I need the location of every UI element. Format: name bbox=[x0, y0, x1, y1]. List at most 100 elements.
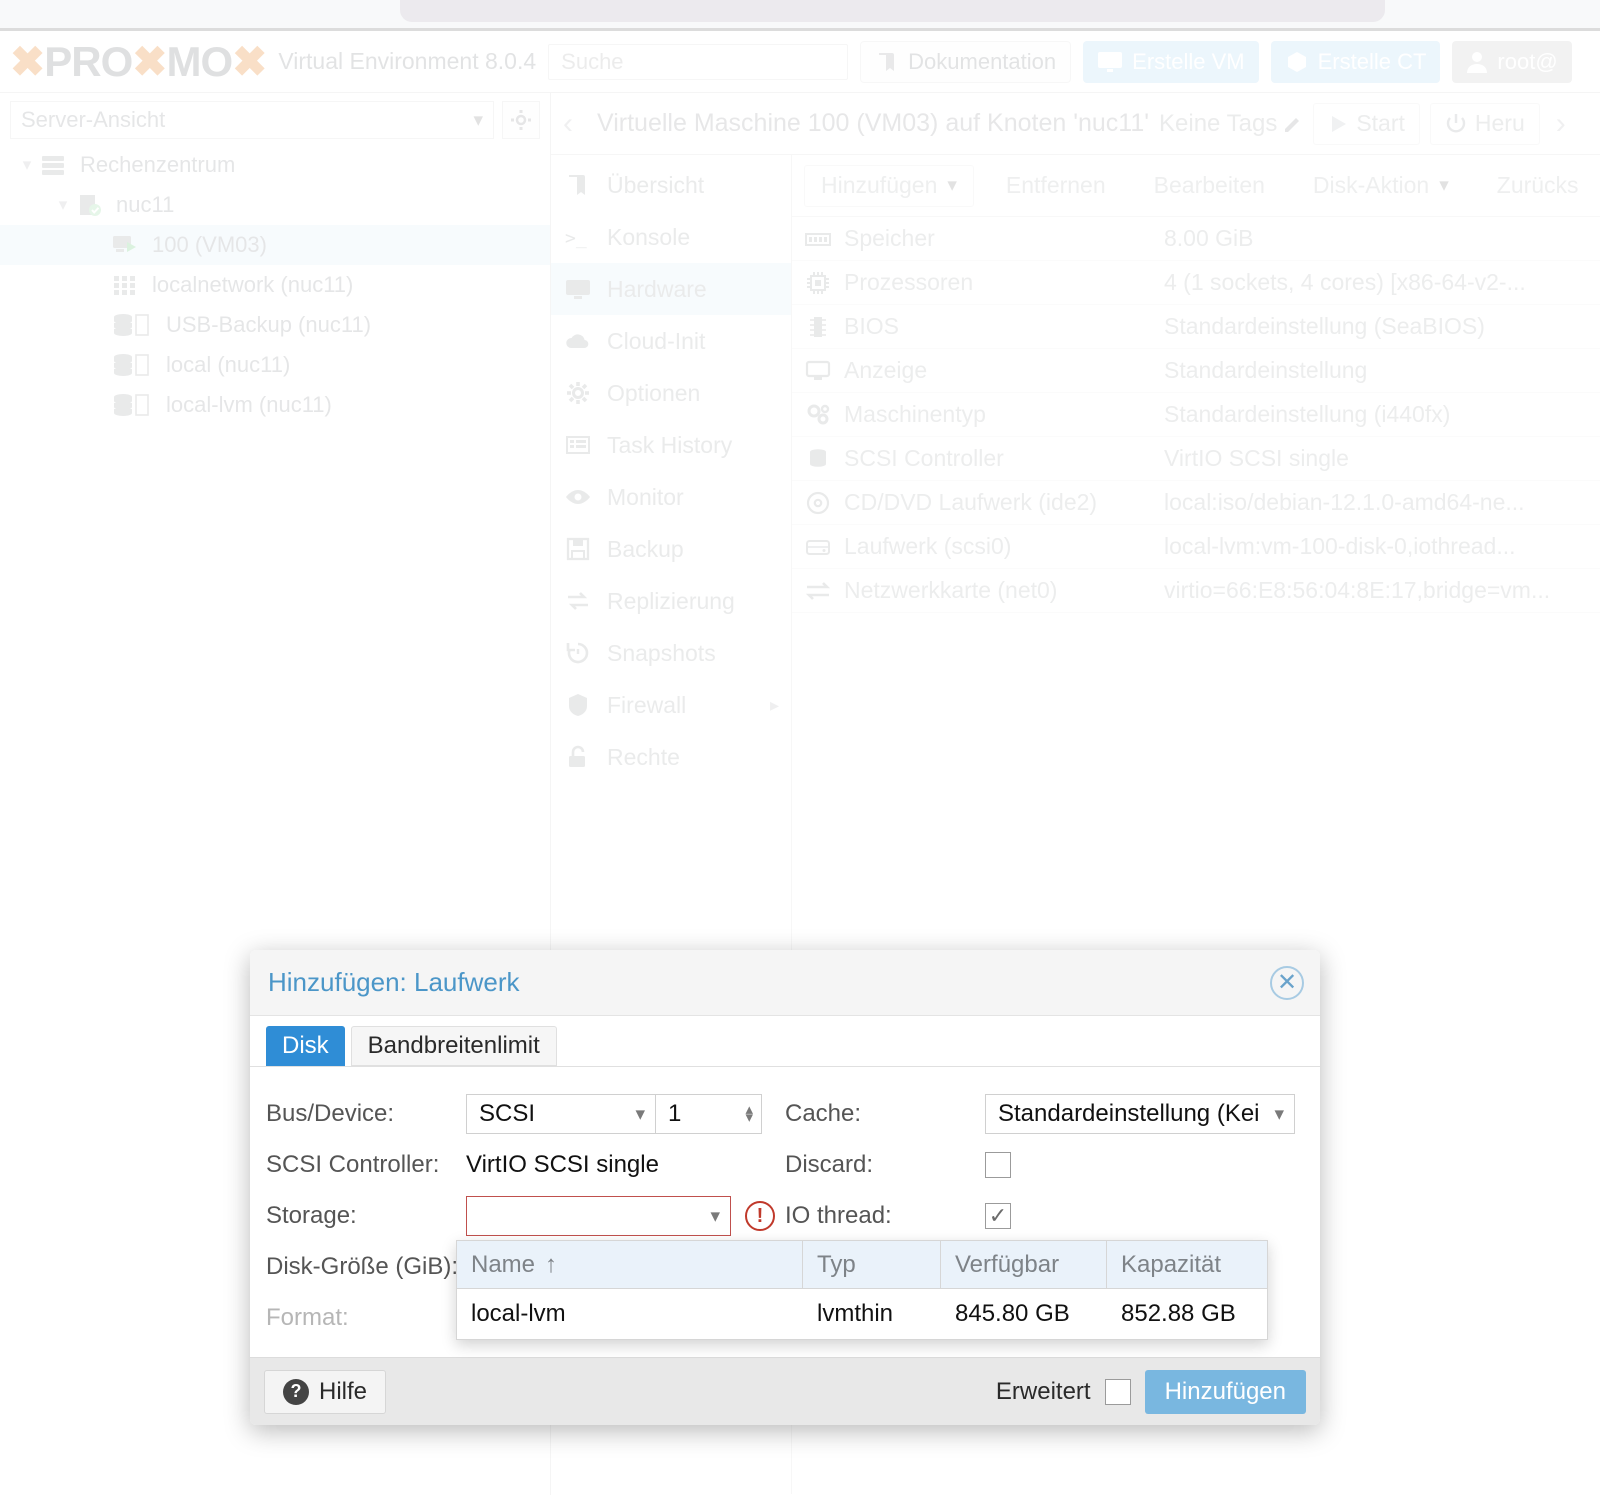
table-row[interactable]: Maschinentyp Standardeinstellung (i440fx) bbox=[792, 393, 1600, 437]
nav-item-hardware[interactable]: Hardware bbox=[551, 263, 791, 315]
list-item[interactable]: local-lvm lvmthin 845.80 GB 852.88 GB bbox=[457, 1289, 1267, 1339]
proxmox-logo[interactable]: ✖ P R O ✖ M O ✖ bbox=[0, 31, 267, 93]
discard-label: Discard: bbox=[785, 1151, 874, 1178]
monitor-icon bbox=[1097, 50, 1123, 74]
chevron-down-icon: ▾ bbox=[947, 175, 957, 196]
controller-icon bbox=[792, 446, 844, 472]
io-thread-checkbox[interactable]: ✓ bbox=[985, 1203, 1011, 1229]
shutdown-button[interactable]: Heru bbox=[1429, 102, 1540, 145]
tab-disk[interactable]: Disk bbox=[266, 1026, 345, 1066]
submit-add-button[interactable]: Hinzufügen bbox=[1144, 1369, 1306, 1414]
floppy-icon bbox=[563, 536, 593, 562]
nav-item-label: Snapshots bbox=[607, 639, 716, 666]
gear-icon bbox=[510, 109, 532, 131]
vm-header-bar: ‹ Virtuelle Maschine 100 (VM03) auf Knot… bbox=[551, 93, 1600, 155]
column-header-typ[interactable]: Typ bbox=[803, 1241, 941, 1288]
nav-item-cloud-init[interactable]: Cloud-Init bbox=[551, 315, 791, 367]
tree-item-100-vm03[interactable]: 100 (VM03) bbox=[0, 225, 550, 265]
column-header-name[interactable]: Name ↑ bbox=[457, 1241, 803, 1288]
tab-bandwidth-limit[interactable]: Bandbreitenlimit bbox=[350, 1026, 557, 1066]
scroll-right-icon[interactable]: › bbox=[1550, 107, 1572, 141]
table-row[interactable]: Speicher 8.00 GiB bbox=[792, 217, 1600, 261]
nav-item-snapshots[interactable]: Snapshots bbox=[551, 627, 791, 679]
tree-item-rechenzentrum[interactable]: ▾ Rechenzentrum bbox=[0, 145, 550, 185]
nav-item-konsole[interactable]: >_ Konsole bbox=[551, 211, 791, 263]
tree-item-usb-backup-nuc11[interactable]: USB-Backup (nuc11) bbox=[0, 305, 550, 345]
search-input[interactable]: Suche bbox=[548, 43, 849, 80]
nav-item-firewall[interactable]: Firewall ▸ bbox=[551, 679, 791, 731]
nav-item--bersicht[interactable]: Übersicht bbox=[551, 159, 791, 211]
disk-action-button[interactable]: Disk-Aktion ▾ bbox=[1297, 165, 1465, 207]
revert-button[interactable]: Zurücks bbox=[1481, 165, 1595, 207]
discard-checkbox[interactable] bbox=[985, 1152, 1011, 1178]
expander-icon[interactable]: ▾ bbox=[50, 195, 76, 215]
tags-editor[interactable]: Keine Tags bbox=[1159, 110, 1303, 138]
create-vm-button[interactable]: Erstelle VM bbox=[1083, 40, 1259, 83]
table-row[interactable]: Prozessoren 4 (1 sockets, 4 cores) [x86-6… bbox=[792, 261, 1600, 305]
dialog-header: Hinzufügen: Laufwerk ✕ bbox=[250, 950, 1320, 1016]
nic-icon bbox=[792, 578, 844, 604]
expander-icon[interactable]: ▾ bbox=[14, 155, 40, 175]
sidebar-settings-button[interactable] bbox=[502, 101, 540, 139]
help-button[interactable]: ? Hilfe bbox=[264, 1369, 387, 1414]
nav-item-replizierung[interactable]: Replizierung bbox=[551, 575, 791, 627]
table-row[interactable]: CD/DVD Laufwerk (ide2) local:iso/debian-1… bbox=[792, 481, 1600, 525]
tree-item-label: Rechenzentrum bbox=[80, 152, 236, 177]
storage-verfuegbar: 845.80 GB bbox=[955, 1300, 1070, 1327]
tree-item-nuc11[interactable]: ▾ nuc11 bbox=[0, 185, 550, 225]
tree-item-localnetwork-nuc11[interactable]: localnetwork (nuc11) bbox=[0, 265, 550, 305]
bios-icon bbox=[792, 314, 844, 340]
table-row[interactable]: Anzeige Standardeinstellung bbox=[792, 349, 1600, 393]
tree-item-label: localnetwork (nuc11) bbox=[152, 272, 354, 297]
storage-select[interactable]: ▾ bbox=[466, 1196, 731, 1236]
hardware-key: CD/DVD Laufwerk (ide2) bbox=[844, 489, 1098, 515]
nav-item-label: Replizierung bbox=[607, 587, 735, 614]
advanced-label: Erweitert bbox=[995, 1377, 1091, 1405]
device-number-stepper[interactable]: 1 ▴ ▾ bbox=[656, 1094, 762, 1134]
nav-item-task-history[interactable]: Task History bbox=[551, 419, 791, 471]
documentation-button[interactable]: Dokumentation bbox=[860, 40, 1072, 83]
hardware-value: Standardeinstellung bbox=[1164, 357, 1368, 383]
edit-hardware-button[interactable]: Bearbeiten bbox=[1138, 165, 1281, 207]
table-row[interactable]: BIOS Standardeinstellung (SeaBIOS) bbox=[792, 305, 1600, 349]
close-icon[interactable]: ✕ bbox=[1270, 965, 1304, 1000]
cloud-icon bbox=[563, 328, 593, 354]
scroll-left-icon[interactable]: ‹ bbox=[557, 107, 579, 141]
discard-row: Discard: bbox=[785, 1140, 1304, 1190]
hardware-value: 4 (1 sockets, 4 cores) [x86-64-v2-... bbox=[1164, 269, 1526, 295]
remove-hardware-button[interactable]: Entfernen bbox=[990, 165, 1122, 207]
chevron-right-icon: ▸ bbox=[769, 694, 779, 715]
replication-icon bbox=[563, 588, 593, 614]
table-row[interactable]: Netzwerkkarte (net0) virtio=66:E8:56:04:8… bbox=[792, 569, 1600, 613]
nav-item-backup[interactable]: Backup bbox=[551, 523, 791, 575]
add-disk-dialog: Hinzufügen: Laufwerk ✕ Disk Bandbreitenl… bbox=[250, 950, 1320, 1425]
scsi-controller-row: SCSI Controller: VirtIO SCSI single bbox=[266, 1140, 785, 1190]
chevron-down-icon: ▾ bbox=[635, 1103, 645, 1125]
bus-select[interactable]: SCSI ▾ bbox=[466, 1094, 656, 1134]
tree-item-local-lvm-nuc11[interactable]: local-lvm (nuc11) bbox=[0, 385, 550, 425]
advanced-checkbox[interactable] bbox=[1104, 1378, 1131, 1405]
view-mode-select[interactable]: Server-Ansicht ▾ bbox=[10, 101, 494, 139]
nav-item-optionen[interactable]: Optionen bbox=[551, 367, 791, 419]
create-ct-button[interactable]: Erstelle CT bbox=[1270, 40, 1441, 83]
start-button[interactable]: Start bbox=[1313, 102, 1420, 145]
add-hardware-button[interactable]: Hinzufügen ▾ bbox=[804, 164, 974, 207]
hardware-value: 8.00 GiB bbox=[1164, 225, 1254, 251]
tree-item-local-nuc11[interactable]: local (nuc11) bbox=[0, 345, 550, 385]
table-row[interactable]: Laufwerk (scsi0) local-lvm:vm-100-disk-0,… bbox=[792, 525, 1600, 569]
hardware-value: Standardeinstellung (SeaBIOS) bbox=[1164, 313, 1485, 339]
chevron-down-icon: ▾ bbox=[473, 109, 483, 131]
nav-item-monitor[interactable]: Monitor bbox=[551, 471, 791, 523]
table-row[interactable]: SCSI Controller VirtIO SCSI single bbox=[792, 437, 1600, 481]
nav-item-rechte[interactable]: Rechte bbox=[551, 731, 791, 783]
format-label: Format: bbox=[266, 1304, 349, 1331]
cache-row: Cache: Standardeinstellung (Kei ▾ bbox=[785, 1089, 1304, 1139]
nav-item-label: Übersicht bbox=[607, 171, 705, 198]
user-menu-button[interactable]: root@ bbox=[1452, 40, 1572, 83]
cache-select[interactable]: Standardeinstellung (Kei ▾ bbox=[985, 1094, 1295, 1134]
column-header-kapazitaet[interactable]: Kapazität bbox=[1107, 1241, 1267, 1288]
hardware-value: local-lvm:vm-100-disk-0,iothread... bbox=[1164, 533, 1516, 559]
nav-item-label: Optionen bbox=[607, 379, 701, 406]
column-header-verfuegbar[interactable]: Verfügbar bbox=[941, 1241, 1107, 1288]
history-icon bbox=[563, 640, 593, 666]
